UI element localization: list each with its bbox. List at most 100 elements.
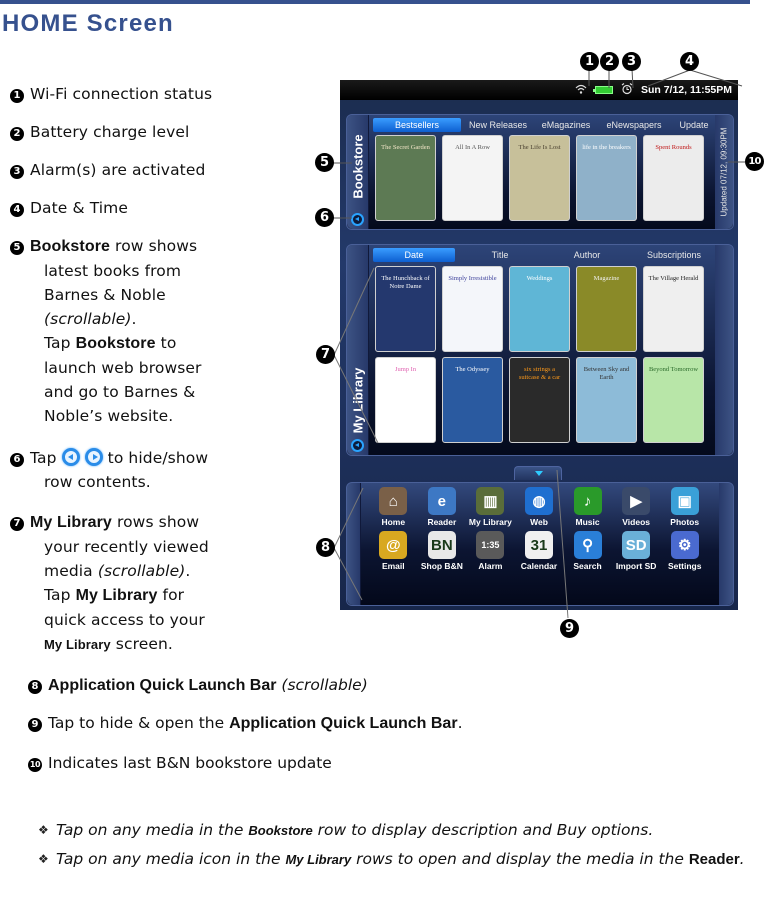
quick-launch-right-edge xyxy=(719,483,733,605)
media-cover[interactable]: All In A Row xyxy=(442,135,503,221)
legend-item-update: 10 Indicates last B&N bookstore update xyxy=(28,754,332,772)
bookstore-covers: The Secret Garden All In A Row The Life Is… xyxy=(375,135,704,221)
battery-icon xyxy=(592,86,613,94)
app-music[interactable]: ♪ Music xyxy=(563,487,612,527)
tab-update[interactable]: Update xyxy=(671,118,717,132)
app-label: Import SD xyxy=(615,561,657,571)
callout-7: 7 xyxy=(316,345,335,364)
tab-emagazines[interactable]: eMagazines xyxy=(535,118,597,132)
media-cover[interactable]: life in the breakers xyxy=(576,135,637,221)
cover-title: The Hunchback of Notre Dame xyxy=(381,275,430,290)
app-label: Reader xyxy=(427,517,457,527)
my-library-label[interactable]: My Library xyxy=(350,368,365,434)
app-grid: ⌂ Home e Reader ▥ My Library ◍ Web ♪ Music ▶ Videos… xyxy=(369,487,709,571)
my-library-shelf: My Library Date Title Author Subscriptio… xyxy=(346,244,734,456)
cover-title: Spent Rounds xyxy=(655,144,692,151)
alarm-icon xyxy=(621,82,633,98)
bookstore-side-tab[interactable]: Bookstore xyxy=(347,115,369,229)
callout-number: 6 xyxy=(10,453,24,467)
library-row-1: The Hunchback of Notre Dame Simply Irresi… xyxy=(375,266,704,352)
legend-item-alarm: 3 Alarm(s) are activated xyxy=(10,158,205,182)
tab-author[interactable]: Author xyxy=(545,248,629,262)
media-cover[interactable]: Spent Rounds xyxy=(643,135,704,221)
media-cover[interactable]: Between Sky and Earth xyxy=(576,357,637,443)
app-label: Settings xyxy=(667,561,702,571)
tab-subscriptions[interactable]: Subscriptions xyxy=(629,248,719,262)
tab-date[interactable]: Date xyxy=(373,248,455,262)
wifi-icon xyxy=(575,84,587,97)
app-home[interactable]: ⌂ Home xyxy=(369,487,418,527)
legend-item-toggle: 6 Tap to hide/show row contents. xyxy=(10,446,208,494)
status-bar: Sun 7/12, 11:55PM xyxy=(340,80,738,100)
callout-2: 2 xyxy=(600,52,619,71)
app-email[interactable]: @ Email xyxy=(369,531,418,571)
app-my-library[interactable]: ▥ My Library xyxy=(466,487,515,527)
app-shop-b-n[interactable]: BN Shop B&N xyxy=(418,531,467,571)
sd-card-icon: SD xyxy=(622,531,651,559)
media-cover[interactable]: six strings a suitcase & a car xyxy=(509,357,570,443)
calendar-icon: 31 xyxy=(524,531,553,559)
app-label: Music xyxy=(575,517,600,527)
app-search[interactable]: ⚲ Search xyxy=(563,531,612,571)
media-cover[interactable]: Magazine xyxy=(576,266,637,352)
callout-6: 6 xyxy=(315,208,334,227)
media-cover[interactable]: Weddings xyxy=(509,266,570,352)
callout-number: 1 xyxy=(10,89,24,103)
media-cover[interactable]: The Secret Garden xyxy=(375,135,436,221)
bookstore-collapse-button[interactable] xyxy=(351,213,364,226)
app-import-sd[interactable]: SD Import SD xyxy=(612,531,661,571)
clapper-icon: ▶ xyxy=(622,487,651,515)
media-cover[interactable]: Jump In xyxy=(375,357,436,443)
globe-icon: ◍ xyxy=(524,487,553,515)
app-reader[interactable]: e Reader xyxy=(418,487,467,527)
app-label: Alarm xyxy=(478,561,503,571)
callout-number: 2 xyxy=(10,127,24,141)
library-icon: ▥ xyxy=(476,487,505,515)
legend-item-battery: 2 Battery charge level xyxy=(10,120,189,144)
app-videos[interactable]: ▶ Videos xyxy=(612,487,661,527)
bookstore-label[interactable]: Bookstore xyxy=(350,134,365,198)
media-cover[interactable]: The Hunchback of Notre Dame xyxy=(375,266,436,352)
callout-number: 10 xyxy=(28,758,42,772)
tab-new-releases[interactable]: New Releases xyxy=(461,118,535,132)
cover-title: Jump In xyxy=(394,366,417,373)
tip-my-library: ❖ Tap on any media icon in the My Librar… xyxy=(38,847,758,872)
app-photos[interactable]: ▣ Photos xyxy=(660,487,709,527)
app-label: Videos xyxy=(622,517,650,527)
collapse-left-icon xyxy=(61,448,80,466)
tip-bookstore: ❖ Tap on any media in the Bookstore row … xyxy=(38,818,758,843)
media-cover[interactable]: Simply Irresistible xyxy=(442,266,503,352)
app-alarm[interactable]: 1:35 Alarm xyxy=(466,531,515,571)
media-cover[interactable]: The Odyssey xyxy=(442,357,503,443)
callout-number: 8 xyxy=(28,680,42,694)
bookstore-shelf: Bookstore Bestsellers New Releases eMaga… xyxy=(346,114,734,230)
photos-icon: ▣ xyxy=(670,487,699,515)
media-cover[interactable]: The Life Is Lost xyxy=(509,135,570,221)
tab-enewspapers[interactable]: eNewspapers xyxy=(597,118,671,132)
app-label: Home xyxy=(381,517,406,527)
app-calendar[interactable]: 31 Calendar xyxy=(515,531,564,571)
legend-item-drawer-toggle: 9 Tap to hide & open the Application Quic… xyxy=(28,714,463,733)
cover-title: Between Sky and Earth xyxy=(583,366,630,381)
my-library-side-tab[interactable]: My Library xyxy=(347,245,369,455)
tab-title[interactable]: Title xyxy=(455,248,545,262)
legend-item-bookstore: 5 Bookstore row shows latest books from B… xyxy=(10,234,202,428)
media-cover[interactable]: The Village Herald xyxy=(643,266,704,352)
cover-title: All In A Row xyxy=(455,144,490,151)
callout-10: 10 xyxy=(745,152,764,171)
media-cover[interactable]: Beyond Tomorrow xyxy=(643,357,704,443)
callout-number: 5 xyxy=(10,241,24,255)
email-icon: @ xyxy=(379,531,408,559)
gear-icon: ⚙ xyxy=(670,531,699,559)
app-web[interactable]: ◍ Web xyxy=(515,487,564,527)
legend-item-wifi: 1 Wi-Fi connection status xyxy=(10,82,212,106)
quick-launch-drawer-toggle[interactable] xyxy=(514,466,562,480)
library-collapse-button[interactable] xyxy=(351,439,364,452)
bullet-diamond-icon: ❖ xyxy=(38,823,49,837)
app-settings[interactable]: ⚙ Settings xyxy=(660,531,709,571)
app-label: Web xyxy=(530,517,548,527)
legend-item-datetime: 4 Date & Time xyxy=(10,196,128,220)
callout-number: 9 xyxy=(28,718,42,732)
cover-title: The Life Is Lost xyxy=(518,144,561,151)
tab-bestsellers[interactable]: Bestsellers xyxy=(373,118,461,132)
